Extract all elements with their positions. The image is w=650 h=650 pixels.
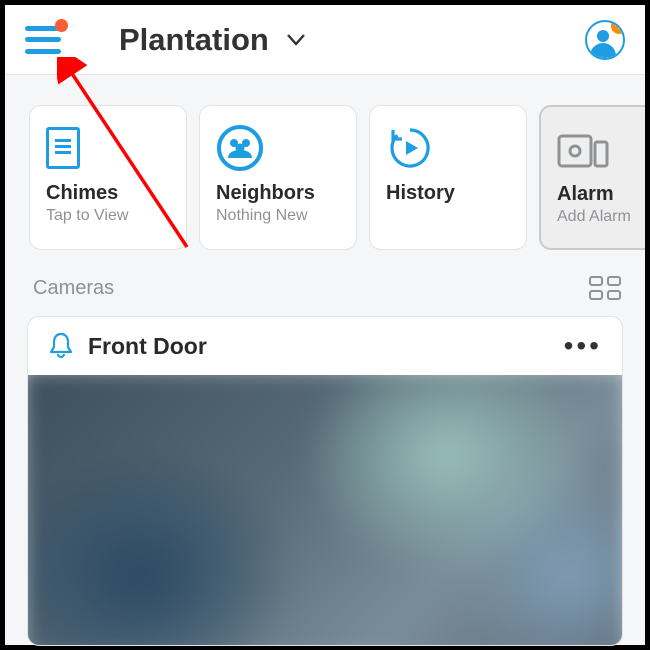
camera-preview[interactable]: [28, 375, 622, 645]
bell-icon: [48, 331, 74, 361]
card-sub: Tap to View: [46, 207, 170, 225]
history-card[interactable]: History: [369, 105, 527, 250]
location-selector[interactable]: Plantation: [119, 22, 305, 58]
chimes-card[interactable]: Chimes Tap to View: [29, 105, 187, 250]
add-plus-icon: +: [611, 20, 625, 34]
history-icon: [386, 120, 510, 176]
card-title: History: [386, 182, 510, 205]
location-title: Plantation: [119, 22, 269, 58]
cameras-section-header: Cameras: [5, 274, 645, 316]
menu-button[interactable]: [25, 26, 61, 54]
camera-card[interactable]: Front Door •••: [27, 316, 623, 646]
card-sub: Add Alarm: [557, 208, 645, 226]
card-sub: Nothing New: [216, 207, 340, 225]
card-title: Alarm: [557, 183, 645, 206]
neighbors-icon: [216, 120, 340, 176]
notification-dot-icon: [55, 19, 68, 32]
section-title: Cameras: [33, 277, 114, 300]
more-options-button[interactable]: •••: [564, 342, 602, 350]
alarm-icon: [557, 121, 645, 177]
neighbors-card[interactable]: Neighbors Nothing New: [199, 105, 357, 250]
alarm-card[interactable]: Alarm Add Alarm: [539, 105, 645, 250]
shortcut-cards-row[interactable]: Chimes Tap to View Neighbors Nothing New…: [5, 75, 645, 274]
camera-title: Front Door: [88, 333, 207, 360]
app-frame: Plantation + Chimes Tap to View Neighbor…: [0, 0, 650, 650]
card-title: Neighbors: [216, 182, 340, 205]
card-title: Chimes: [46, 182, 170, 205]
header: Plantation +: [5, 5, 645, 75]
grid-view-button[interactable]: [589, 276, 621, 300]
people-icon: [590, 36, 620, 58]
document-icon: [46, 120, 170, 176]
camera-card-header: Front Door •••: [28, 317, 622, 375]
profile-button[interactable]: +: [585, 20, 625, 60]
caret-down-icon: [287, 34, 305, 46]
